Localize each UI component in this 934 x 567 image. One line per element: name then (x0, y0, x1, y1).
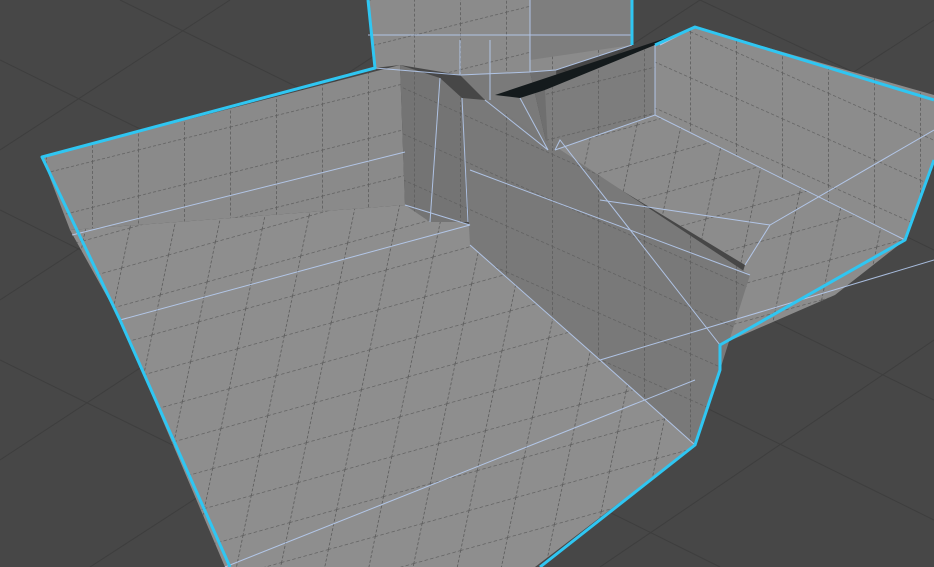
wall-back-left[interactable] (42, 65, 405, 230)
3d-scene-viewport[interactable] (0, 0, 934, 567)
scene-canvas[interactable] (0, 0, 934, 567)
wall-door-jamb[interactable] (400, 65, 468, 222)
